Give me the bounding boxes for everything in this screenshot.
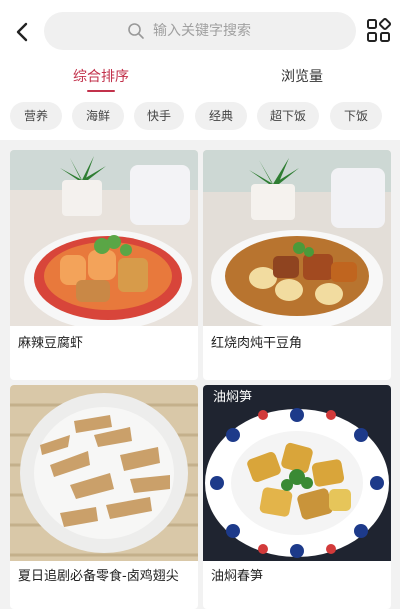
tag-filter-row: 营养 海鲜 快手 经典 超下饭 下饭 [0,102,400,132]
search-input[interactable] [153,23,273,39]
top-bar: 综合排序 浏览量 营养 海鲜 快手 经典 超下饭 下饭 [0,0,400,140]
active-tab-indicator [87,90,115,92]
tag-chip[interactable]: 海鲜 [72,102,124,130]
recipe-photo [203,150,391,326]
grid-icon [367,17,392,42]
recipe-photo: 油焖笋 [203,385,391,561]
recipe-title: 油焖春笋 [211,569,264,584]
recipe-list-page: 综合排序 浏览量 营养 海鲜 快手 经典 超下饭 下饭 [0,0,400,609]
sort-tabs: 综合排序 浏览量 [0,58,400,94]
tab-views[interactable]: 浏览量 [281,66,323,86]
recipe-card[interactable]: 红烧肉炖干豆角 [203,150,391,380]
tag-chip[interactable]: 超下饭 [257,102,319,130]
back-button[interactable] [8,18,36,46]
recipe-title: 红烧肉炖干豆角 [211,336,303,351]
tag-chip[interactable]: 快手 [134,102,184,130]
recipe-card[interactable]: 夏日追剧必备零食-卤鸡翅尖 [10,385,198,609]
recipe-photo [10,385,198,561]
search-icon [128,23,144,39]
recipe-card[interactable]: 油焖笋 油焖春笋 [203,385,391,609]
tag-chip[interactable]: 营养 [10,102,62,130]
category-grid-button[interactable] [366,17,392,44]
tag-chip[interactable]: 下饭 [330,102,382,130]
recipe-title: 麻辣豆腐虾 [18,336,84,351]
tag-chip[interactable]: 经典 [195,102,247,130]
chevron-left-icon [16,22,28,42]
recipe-card[interactable]: 麻辣豆腐虾 [10,150,198,380]
tab-comprehensive[interactable]: 综合排序 [73,66,129,86]
overlay-label: 油焖笋 [213,389,252,405]
recipe-title: 夏日追剧必备零食-卤鸡翅尖 [18,569,179,584]
recipe-photo [10,150,198,326]
search-bar[interactable] [44,12,356,50]
